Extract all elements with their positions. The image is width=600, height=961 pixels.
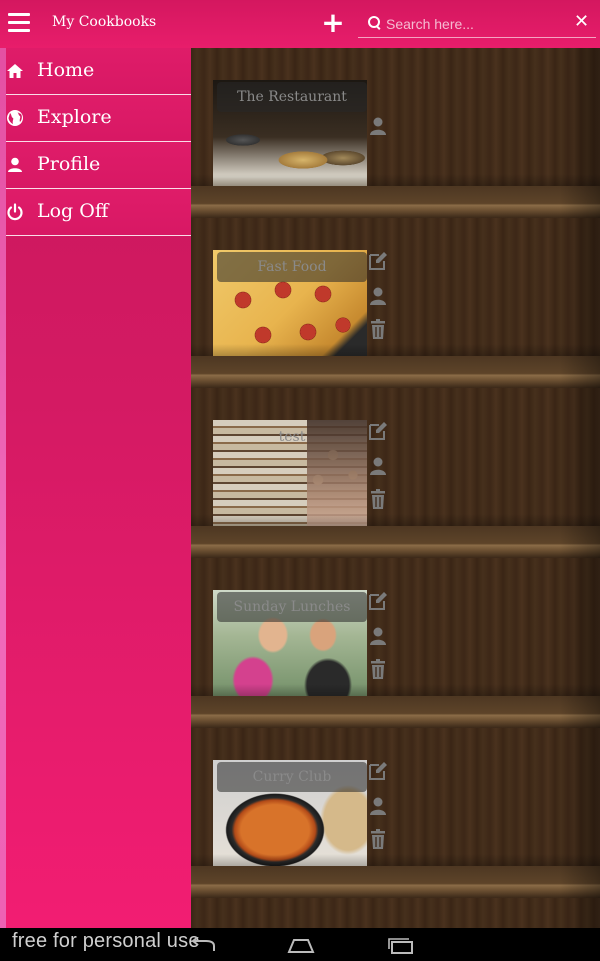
sidebar-item-home[interactable]: Home bbox=[6, 48, 191, 95]
recent-apps-icon[interactable] bbox=[386, 937, 416, 955]
sidebar-item-profile[interactable]: Profile bbox=[6, 142, 191, 189]
edit-icon[interactable] bbox=[367, 420, 389, 442]
close-icon[interactable]: ✕ bbox=[574, 11, 589, 32]
person-icon[interactable] bbox=[367, 795, 389, 817]
trash-icon[interactable] bbox=[367, 658, 389, 680]
sidebar-item-label: Explore bbox=[37, 106, 112, 128]
search-bar: ✕ bbox=[358, 10, 596, 38]
globe-icon bbox=[7, 110, 23, 126]
shelf-board bbox=[191, 356, 600, 388]
trash-icon[interactable] bbox=[367, 488, 389, 510]
shelf-board bbox=[191, 866, 600, 898]
cookbook-title: Fast Food bbox=[217, 252, 367, 282]
cookbook-title: The Restaurant bbox=[217, 82, 367, 112]
sidebar-item-label: Home bbox=[37, 59, 95, 81]
trash-icon[interactable] bbox=[367, 828, 389, 850]
sidebar-item-label: Log Off bbox=[37, 200, 109, 222]
shelf-board bbox=[191, 526, 600, 558]
home-icon[interactable] bbox=[286, 937, 316, 955]
edit-icon[interactable] bbox=[367, 760, 389, 782]
person-icon[interactable] bbox=[367, 285, 389, 307]
person-icon bbox=[8, 157, 22, 172]
sidebar-item-log-off[interactable]: Log Off bbox=[6, 189, 191, 236]
edit-icon[interactable] bbox=[367, 250, 389, 272]
shelf: Sunday Lunches bbox=[191, 558, 600, 728]
top-app-bar: My Cookbooks + ✕ bbox=[0, 0, 600, 48]
cookbook-title: Sunday Lunches bbox=[217, 592, 367, 622]
person-icon[interactable] bbox=[367, 115, 389, 137]
sidebar-item-explore[interactable]: Explore bbox=[6, 95, 191, 142]
search-icon bbox=[368, 16, 382, 30]
back-icon[interactable] bbox=[186, 937, 220, 955]
shelf: The Restaurant bbox=[191, 48, 600, 218]
person-icon[interactable] bbox=[367, 625, 389, 647]
shelf: Curry Club bbox=[191, 728, 600, 898]
hamburger-menu-icon[interactable] bbox=[8, 13, 30, 33]
add-cookbook-button[interactable]: + bbox=[321, 9, 345, 37]
person-icon[interactable] bbox=[367, 455, 389, 477]
home-icon bbox=[7, 64, 23, 78]
bookshelf: The Restaurant Fast Food test Sunday Lun… bbox=[191, 48, 600, 928]
cookbook-title: test bbox=[278, 429, 306, 445]
shelf: test bbox=[191, 388, 600, 558]
shelf-board bbox=[191, 186, 600, 218]
sidebar-item-label: Profile bbox=[37, 153, 101, 175]
shelf: Fast Food bbox=[191, 218, 600, 388]
search-input[interactable] bbox=[386, 13, 566, 35]
app-title: My Cookbooks bbox=[52, 14, 157, 30]
shelf-board bbox=[191, 696, 600, 728]
navigation-drawer: Home Explore Profile Log Off bbox=[6, 48, 191, 928]
watermark-text: free for personal use bbox=[12, 930, 200, 952]
power-icon bbox=[7, 203, 23, 221]
trash-icon[interactable] bbox=[367, 318, 389, 340]
cookbook-title: Curry Club bbox=[217, 762, 367, 792]
edit-icon[interactable] bbox=[367, 590, 389, 612]
